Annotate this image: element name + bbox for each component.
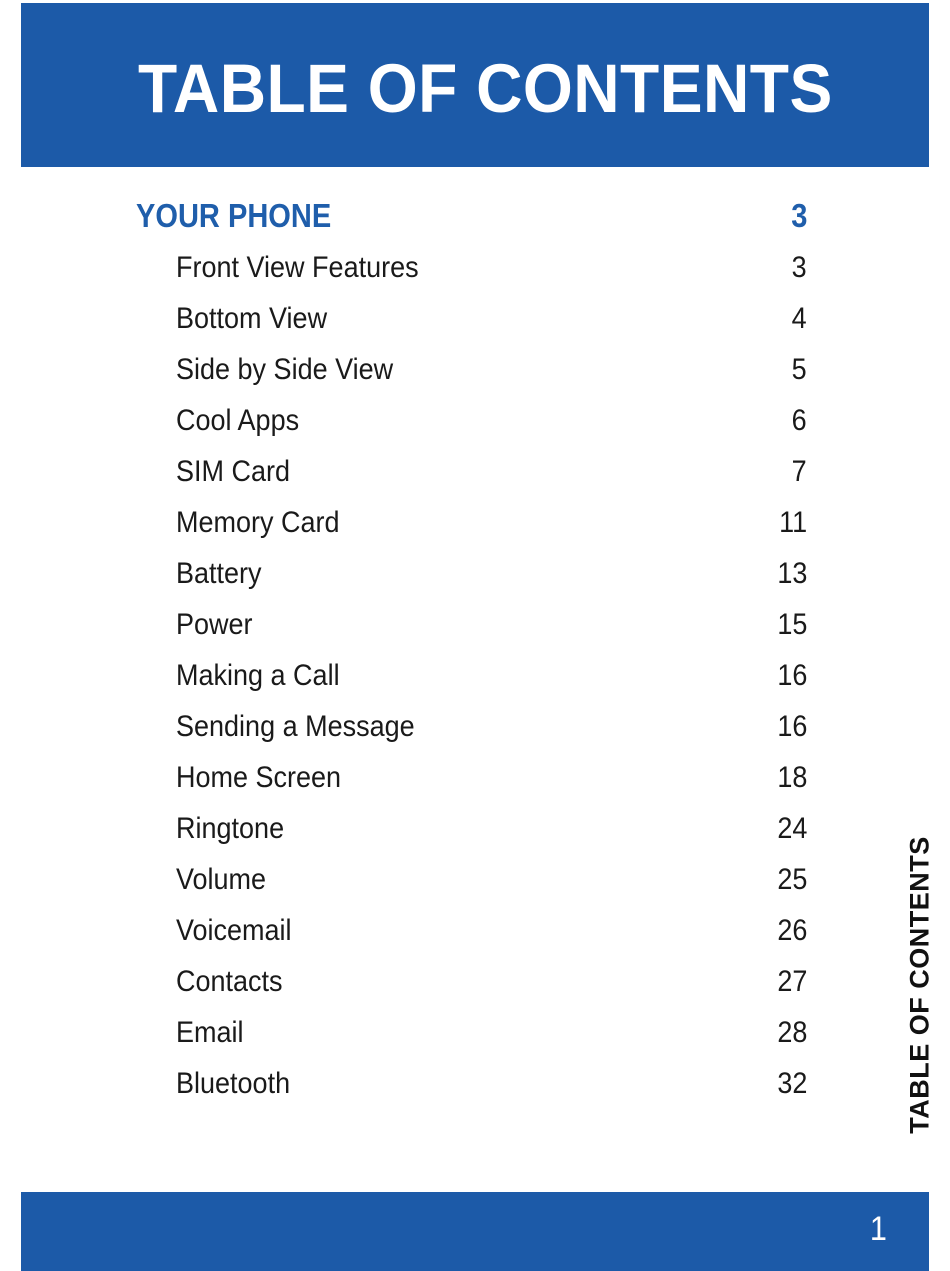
- toc-entry-page-number: 15: [776, 608, 807, 641]
- toc-entry[interactable]: Voicemail 26: [136, 913, 807, 964]
- toc-entry-page-number: 5: [791, 353, 807, 386]
- toc-entry[interactable]: Memory Card 11: [136, 505, 807, 556]
- toc-entry-page-number: 16: [776, 659, 807, 692]
- toc-entry-label: Voicemail: [176, 914, 292, 947]
- toc-entry-label: Home Screen: [176, 761, 342, 794]
- toc-entry-page-number: 11: [778, 506, 807, 539]
- toc-entry[interactable]: Volume 25: [136, 862, 807, 913]
- toc-entry-label: Email: [176, 1016, 244, 1049]
- toc-entry-page-number: 26: [776, 914, 807, 947]
- toc-entry-page-number: 16: [776, 710, 807, 743]
- toc-section-label: YOUR PHONE: [136, 197, 332, 234]
- toc-entry[interactable]: Contacts 27: [136, 964, 807, 1015]
- toc-entry-page-number: 7: [791, 455, 807, 488]
- toc-entry-label: Side by Side View: [176, 353, 394, 386]
- toc-entry[interactable]: SIM Card 7: [136, 454, 807, 505]
- toc-entry[interactable]: Bottom View 4: [136, 301, 807, 352]
- footer-page-number: 1: [869, 1210, 887, 1248]
- toc-entry-page-number: 3: [791, 251, 807, 284]
- toc-entry-label: Bottom View: [176, 302, 328, 335]
- toc-entry[interactable]: Bluetooth 32: [136, 1066, 807, 1117]
- toc-entry-page-number: 28: [776, 1016, 807, 1049]
- toc-entry[interactable]: Email 28: [136, 1015, 807, 1066]
- page-title: TABLE OF CONTENTS: [138, 50, 833, 127]
- toc-entry[interactable]: Cool Apps 6: [136, 403, 807, 454]
- side-tab: TABLE OF CONTENTS: [890, 0, 950, 1271]
- toc-entry-label: SIM Card: [176, 455, 291, 488]
- toc-entry-label: Front View Features: [176, 251, 419, 284]
- toc-entry-page-number: 32: [776, 1067, 807, 1100]
- toc-entry[interactable]: Sending a Message 16: [136, 709, 807, 760]
- toc-entry-page-number: 25: [776, 863, 807, 896]
- toc-entry-page-number: 6: [791, 404, 807, 437]
- table-of-contents: YOUR PHONE 3 Front View Features 3 Bottom …: [136, 196, 807, 1119]
- toc-section-heading[interactable]: YOUR PHONE 3: [136, 196, 807, 252]
- toc-entry-label: Volume: [176, 863, 267, 896]
- toc-entry-label: Cool Apps: [176, 404, 300, 437]
- toc-entry-page-number: 24: [776, 812, 807, 845]
- toc-entry-label: Memory Card: [176, 506, 340, 539]
- toc-entry-page-number: 4: [791, 302, 807, 335]
- toc-entry-page-number: 13: [776, 557, 807, 590]
- side-tab-label: TABLE OF CONTENTS: [904, 836, 935, 1134]
- toc-entry-label: Bluetooth: [176, 1067, 291, 1100]
- toc-entry[interactable]: Power 15: [136, 607, 807, 658]
- toc-entry-label: Power: [176, 608, 253, 641]
- toc-entry[interactable]: Front View Features 3: [136, 250, 807, 301]
- toc-entry-label: Ringtone: [176, 812, 285, 845]
- toc-entry[interactable]: Side by Side View 5: [136, 352, 807, 403]
- page-header-banner: TABLE OF CONTENTS: [21, 3, 929, 167]
- toc-entry-label: Contacts: [176, 965, 283, 998]
- toc-entry[interactable]: Making a Call 16: [136, 658, 807, 709]
- toc-entry-list: Front View Features 3 Bottom View 4 Side by …: [136, 250, 807, 1117]
- toc-entry-page-number: 18: [776, 761, 807, 794]
- toc-entry-label: Battery: [176, 557, 262, 590]
- toc-section-page-number: 3: [790, 197, 807, 234]
- toc-entry[interactable]: Ringtone 24: [136, 811, 807, 862]
- toc-entry-label: Sending a Message: [176, 710, 415, 743]
- toc-entry-page-number: 27: [776, 965, 807, 998]
- toc-page: TABLE OF CONTENTS YOUR PHONE 3 Front Vie…: [0, 0, 950, 1271]
- toc-entry[interactable]: Battery 13: [136, 556, 807, 607]
- toc-entry-label: Making a Call: [176, 659, 340, 692]
- toc-entry[interactable]: Home Screen 18: [136, 760, 807, 811]
- page-footer-banner: 1: [21, 1192, 929, 1271]
